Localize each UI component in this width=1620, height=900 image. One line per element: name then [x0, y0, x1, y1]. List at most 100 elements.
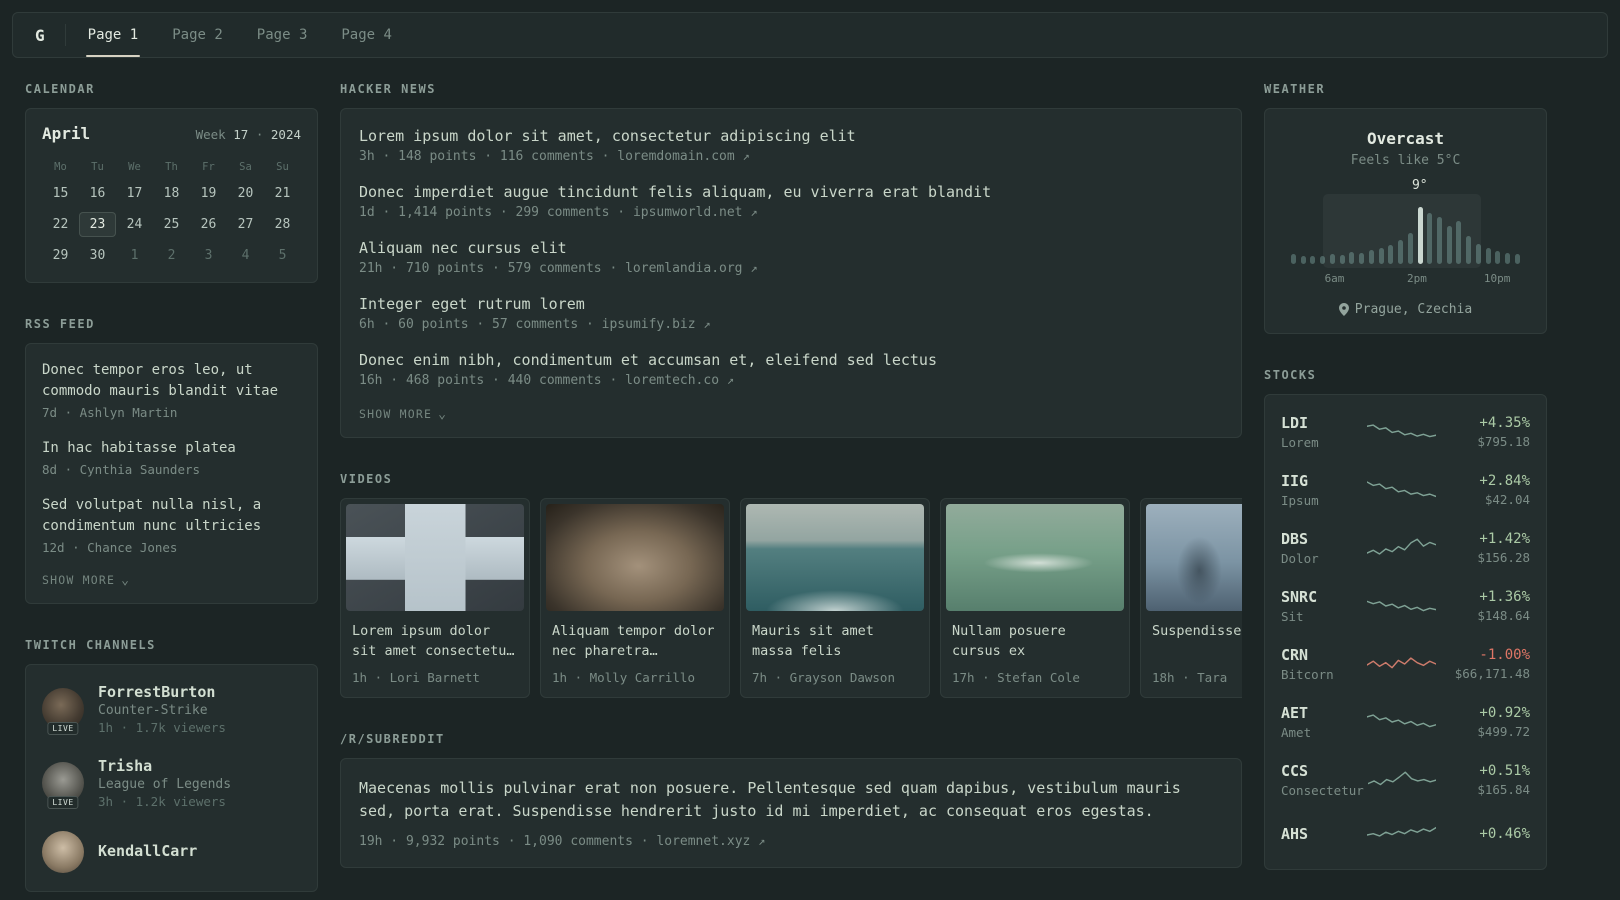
hackernews-item: Donec imperdiet augue tincidunt felis al… — [359, 183, 1223, 220]
stock-change: +2.84% — [1479, 473, 1530, 489]
page-tab[interactable]: Page 3 — [255, 13, 310, 57]
twitch-channel-row[interactable]: LIVE ForrestBurton Counter-Strike 1h · 1… — [42, 683, 301, 735]
calendar-weekday-label: Su — [276, 161, 289, 173]
video-title[interactable]: Nullam posuere cursus ex — [941, 616, 1129, 662]
weather-hour-bar — [1505, 253, 1511, 264]
video-title[interactable]: Suspendisse diam — [1141, 616, 1242, 662]
stock-row[interactable]: AET Amet +0.92% $499.72 — [1281, 693, 1530, 751]
twitch-channel-row[interactable]: KendallCarr — [42, 831, 301, 873]
calendar-section-title: CALENDAR — [25, 82, 95, 96]
stock-right-block: +2.84% $42.04 — [1444, 473, 1530, 507]
location-pin-icon — [1338, 303, 1349, 316]
stock-row[interactable]: AHS +0.46% — [1281, 809, 1530, 861]
video-thumbnail[interactable] — [546, 504, 724, 611]
calendar-week-indicator: Week 17 · 2024 — [196, 127, 301, 142]
stock-change: +4.35% — [1479, 415, 1530, 431]
page-tab[interactable]: Page 1 — [85, 13, 141, 57]
video-title[interactable]: Aliquam tempor dolor nec pharetra… — [541, 616, 729, 662]
video-thumbnail[interactable] — [746, 504, 924, 611]
hn-item-domain[interactable]: ipsumworld.net — [633, 205, 743, 220]
subreddit-section-title: /R/SUBREDDIT — [340, 732, 445, 746]
video-title[interactable]: Mauris sit amet massa felis — [741, 616, 929, 662]
hn-item-domain[interactable]: loremtech.co — [625, 373, 719, 388]
stock-name: Sit — [1281, 609, 1304, 624]
calendar-date-cell: 28 — [274, 217, 291, 232]
twitch-channel-game: Counter-Strike — [98, 703, 208, 718]
stock-row[interactable]: IIG Ipsum +2.84% $42.04 — [1281, 461, 1530, 519]
twitch-avatar-wrap — [42, 831, 84, 873]
stock-name: Bitcorn — [1281, 667, 1334, 682]
rss-item-meta: 8d · Cynthia Saunders — [42, 462, 201, 477]
reddit-post-meta-text: 19h · 9,932 points · 1,090 comments · — [359, 833, 657, 849]
stock-right-block: -1.00% $66,171.48 — [1444, 647, 1530, 681]
calendar-widget: CALENDAR April Week 17 · 2024 Mo Tu We Th Fr… — [25, 82, 318, 283]
weather-time-label: 10pm — [1483, 272, 1511, 285]
hackernews-show-more-button[interactable]: SHOW MORE ⌄ — [359, 407, 447, 421]
rss-item: In hac habitasse platea 8d · Cynthia Sau… — [42, 438, 301, 477]
twitch-live-badge: LIVE — [47, 722, 79, 735]
calendar-year: 2024 — [270, 127, 301, 142]
video-meta: 7h · Grayson Dawson — [752, 670, 895, 685]
stock-row[interactable]: CCS Consectetur +0.51% $165.84 — [1281, 751, 1530, 809]
hn-item-title[interactable]: Aliquam nec cursus elit — [359, 239, 1223, 257]
calendar-weekday-label: Tu — [91, 161, 104, 173]
hn-item-title[interactable]: Integer eget rutrum lorem — [359, 295, 1223, 313]
reddit-post-title[interactable]: Maecenas mollis pulvinar erat non posuer… — [359, 777, 1223, 824]
right-column: WEATHER Overcast Feels like 5°C 9° 6am 2p… — [1264, 82, 1547, 900]
page-tab[interactable]: Page 4 — [339, 13, 394, 57]
stock-row[interactable]: DBS Dolor +1.42% $156.28 — [1281, 519, 1530, 577]
hn-item-title[interactable]: Lorem ipsum dolor sit amet, consectetur … — [359, 127, 1223, 145]
rss-item-title[interactable]: Donec tempor eros leo, ut commodo mauris… — [42, 360, 301, 402]
stock-row[interactable]: LDI Lorem +4.35% $795.18 — [1281, 403, 1530, 461]
twitch-channel-name[interactable]: ForrestBurton — [98, 683, 226, 701]
twitch-avatar-wrap: LIVE — [42, 688, 84, 735]
stock-price: $156.28 — [1477, 550, 1530, 565]
hn-item-meta: 6h · 60 points · 57 comments · ipsumify.… — [359, 317, 1223, 332]
rss-show-more-button[interactable]: SHOW MORE ⌄ — [42, 573, 130, 587]
stock-sparkline — [1367, 538, 1436, 555]
calendar-date-cell: 21 — [274, 186, 291, 201]
video-thumbnail[interactable] — [1146, 504, 1242, 611]
rss-item-title[interactable]: Sed volutpat nulla nisl, a condimentum n… — [42, 495, 301, 537]
stock-row[interactable]: SNRC Sit +1.36% $148.64 — [1281, 577, 1530, 635]
hn-item-domain[interactable]: ipsumify.biz — [602, 317, 696, 332]
twitch-live-badge: LIVE — [47, 796, 79, 809]
video-card[interactable]: Suspendisse diam 18h · Tara — [1140, 498, 1242, 698]
hn-item-meta: 16h · 468 points · 440 comments · loremt… — [359, 373, 1223, 388]
calendar-date-cell: 2 — [167, 248, 176, 263]
video-thumbnail[interactable] — [946, 504, 1124, 611]
video-card[interactable]: Mauris sit amet massa felis 7h · Grayson… — [740, 498, 930, 698]
app-logo[interactable]: G — [35, 26, 45, 45]
page-tabs: Page 1 Page 2 Page 3 Page 4 — [85, 13, 394, 57]
video-thumbnail[interactable] — [346, 504, 524, 611]
twitch-channel-name[interactable]: KendallCarr — [98, 842, 197, 860]
calendar-weekday-label: Fr — [202, 161, 215, 173]
dashboard-grid: CALENDAR April Week 17 · 2024 Mo Tu We Th Fr… — [0, 58, 1620, 900]
hn-item-domain[interactable]: loremdomain.com — [617, 149, 734, 164]
rss-item-title[interactable]: In hac habitasse platea — [42, 438, 301, 459]
chevron-down-icon: ⌄ — [121, 572, 131, 588]
hn-item-title[interactable]: Donec enim nibh, condimentum et accumsan… — [359, 351, 1223, 369]
chevron-down-icon: ⌄ — [438, 406, 448, 422]
video-card[interactable]: Aliquam tempor dolor nec pharetra… 1h · … — [540, 498, 730, 698]
calendar-date-grid: 15 16 17 18 19 20 21 22 23 24 25 26 27 28 29 30 1 2 3 4 5 — [42, 181, 301, 268]
hn-item-title[interactable]: Donec imperdiet augue tincidunt felis al… — [359, 183, 1223, 201]
twitch-channel-name[interactable]: Trisha — [98, 757, 231, 775]
stock-left-block: AET Amet — [1281, 704, 1359, 740]
video-title[interactable]: Lorem ipsum dolor sit amet consectetu… — [341, 616, 529, 662]
twitch-channel-row[interactable]: LIVE Trisha League of Legends 3h · 1.2k … — [42, 757, 301, 809]
calendar-date-cell: 30 — [89, 248, 106, 263]
page-tab[interactable]: Page 2 — [170, 13, 225, 57]
twitch-card: LIVE ForrestBurton Counter-Strike 1h · 1… — [25, 664, 318, 892]
video-card[interactable]: Nullam posuere cursus ex 17h · Stefan Co… — [940, 498, 1130, 698]
reddit-post-domain[interactable]: loremnet.xyz — [656, 834, 750, 849]
video-card[interactable]: Lorem ipsum dolor sit amet consectetu… 1… — [340, 498, 530, 698]
stock-right-block: +0.46% — [1444, 826, 1530, 845]
stock-name: Ipsum — [1281, 493, 1319, 508]
stock-right-block: +1.36% $148.64 — [1444, 589, 1530, 623]
hn-item-domain[interactable]: loremlandia.org — [625, 261, 742, 276]
stock-price: $795.18 — [1477, 434, 1530, 449]
weather-daylight-overlay — [1323, 194, 1482, 268]
stock-row[interactable]: CRN Bitcorn -1.00% $66,171.48 — [1281, 635, 1530, 693]
rss-item-meta: 7d · Ashlyn Martin — [42, 405, 178, 420]
